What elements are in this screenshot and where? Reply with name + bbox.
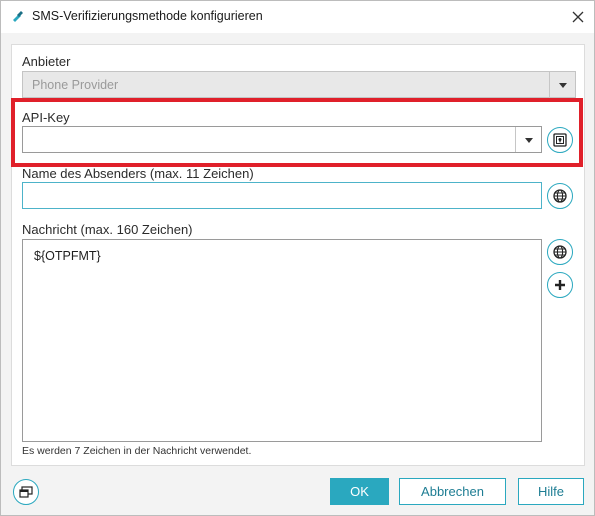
api-key-dropdown-button[interactable]: [515, 127, 541, 152]
chevron-down-icon: [559, 82, 567, 88]
window-title: SMS-Verifizierungsmethode konfigurieren: [32, 9, 263, 23]
message-placeholder-button[interactable]: [547, 239, 573, 265]
message-value: ${OTPFMT}: [34, 249, 101, 263]
provider-dropdown-button[interactable]: [549, 72, 575, 97]
title-bar: SMS-Verifizierungsmethode konfigurieren: [1, 1, 594, 33]
help-button[interactable]: Hilfe: [518, 478, 584, 505]
sender-name-label: Name des Absenders (max. 11 Zeichen): [22, 166, 254, 181]
api-key-label: API-Key: [22, 110, 70, 125]
sender-placeholder-button[interactable]: [547, 183, 573, 209]
provider-value: Phone Provider: [32, 78, 119, 92]
message-label: Nachricht (max. 160 Zeichen): [22, 222, 193, 237]
message-textarea[interactable]: ${OTPFMT}: [22, 239, 542, 442]
character-count-hint: Es werden 7 Zeichen in der Nachricht ver…: [22, 445, 252, 457]
globe-icon: [553, 189, 567, 203]
message-add-button[interactable]: [547, 272, 573, 298]
close-icon[interactable]: [567, 6, 589, 28]
api-key-combobox[interactable]: [22, 126, 542, 153]
app-logo-icon: [11, 10, 25, 24]
provider-label: Anbieter: [22, 54, 71, 69]
sender-name-input[interactable]: [22, 182, 542, 209]
plus-icon: [555, 280, 565, 290]
provider-select[interactable]: Phone Provider: [22, 71, 576, 98]
globe-icon: [553, 245, 567, 259]
ok-button[interactable]: OK: [330, 478, 389, 505]
key-vault-icon: [553, 133, 567, 147]
cancel-button[interactable]: Abbrechen: [399, 478, 506, 505]
dialog: SMS-Verifizierungsmethode konfigurieren …: [0, 0, 595, 516]
key-vault-button[interactable]: [547, 127, 573, 153]
window-icon: [19, 486, 33, 498]
window-options-button[interactable]: [13, 479, 39, 505]
chevron-down-icon: [525, 137, 533, 143]
